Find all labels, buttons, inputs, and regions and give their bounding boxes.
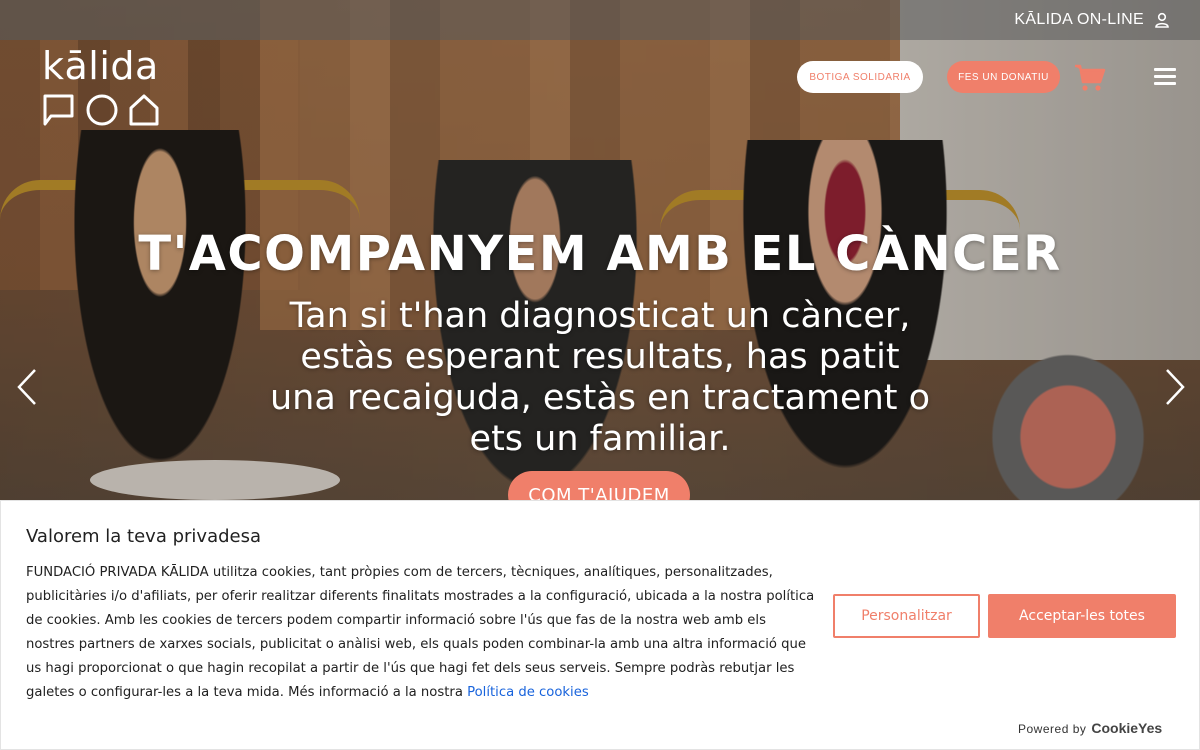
customize-button[interactable]: Personalitzar (833, 594, 980, 638)
logo-shapes (43, 94, 159, 126)
logo-wordmark: kālida (42, 44, 159, 88)
donate-button[interactable]: FES UN DONATIU (947, 61, 1060, 93)
powered-by: Powered by CookieYes (1018, 720, 1162, 736)
cookie-text-body: FUNDACIÓ PRIVADA KĀLIDA utilitza cookies… (26, 565, 815, 700)
cookie-title: Valorem la teva privadesa (26, 526, 262, 547)
chevron-left-icon[interactable] (16, 368, 38, 406)
cookieyes-logo[interactable]: CookieYes (1091, 720, 1162, 736)
kalida-logo[interactable]: kālida (42, 44, 162, 130)
kalida-online-label: KĀLIDA ON-LINE (1014, 11, 1144, 28)
shop-button[interactable]: BOTIGA SOLIDARIA (797, 61, 923, 93)
kalida-online-link[interactable]: KĀLIDA ON-LINE (1014, 11, 1170, 29)
speech-bubble-icon (43, 94, 74, 126)
circle-icon (86, 94, 118, 126)
cookie-description: FUNDACIÓ PRIVADA KĀLIDA utilitza cookies… (26, 561, 816, 705)
hero-title: T'ACOMPANYEM AMB EL CÀNCER (138, 226, 1062, 282)
powered-by-label: Powered by (1018, 722, 1087, 736)
cart-icon[interactable] (1074, 64, 1106, 92)
house-icon (129, 94, 159, 126)
top-bar: KĀLIDA ON-LINE (0, 0, 1200, 40)
cookie-banner: Valorem la teva privadesa FUNDACIÓ PRIVA… (0, 500, 1200, 750)
hamburger-menu-icon[interactable] (1154, 68, 1176, 86)
user-icon (1154, 12, 1170, 28)
chevron-right-icon[interactable] (1164, 368, 1186, 406)
hero-subtitle: Tan si t'han diagnosticat un càncer, est… (270, 296, 931, 459)
accept-all-button[interactable]: Acceptar-les totes (988, 594, 1176, 638)
cookie-policy-link[interactable]: Política de cookies (467, 685, 589, 700)
